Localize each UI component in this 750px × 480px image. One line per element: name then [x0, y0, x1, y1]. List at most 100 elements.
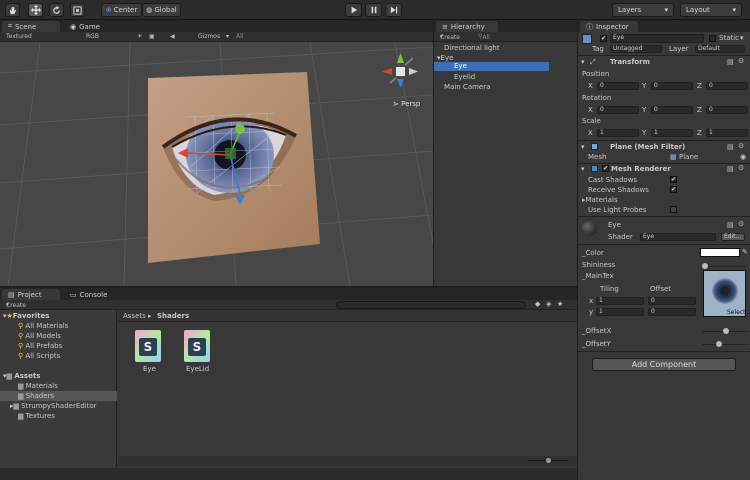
pivot-center-toggle[interactable]: ⊕ Center [101, 3, 142, 17]
offset-y-field[interactable]: 0 [648, 308, 696, 316]
tab-scene[interactable]: ⌗ Scene [2, 21, 60, 32]
asset-folder-materials[interactable]: ▆ Materials [18, 382, 58, 390]
breadcrumb-assets[interactable]: Assets [123, 312, 146, 320]
favorites-header[interactable]: ▾★Favorites [3, 312, 49, 320]
gear-icon[interactable]: ⚙ [738, 220, 744, 228]
audio-toggle-icon[interactable]: ◀ [170, 33, 175, 40]
tab-game[interactable]: ◉ Game [64, 21, 124, 32]
hand-icon[interactable] [5, 3, 20, 17]
mesh-object-field[interactable]: ▦ Plane ◉ [670, 153, 749, 161]
hierarchy-item-eye-selected[interactable]: Eye [434, 62, 549, 71]
play-button[interactable] [345, 3, 362, 17]
favorite-item-all-prefabs[interactable]: ⚲ All Prefabs [18, 342, 62, 350]
maintex-thumbnail[interactable]: Select [703, 270, 746, 317]
asset-file-eyelid[interactable]: S EyeLid [183, 330, 213, 373]
image-toggle-icon[interactable]: ▣ [149, 33, 155, 40]
tiling-y-field[interactable]: 1 [596, 308, 644, 316]
gear-icon[interactable]: ⚙ [738, 57, 744, 65]
mesh-renderer-enabled-checkbox[interactable]: ✔ [602, 165, 609, 172]
color-swatch[interactable] [700, 248, 740, 257]
shininess-slider-track[interactable] [702, 266, 748, 267]
project-search-input[interactable] [336, 301, 526, 309]
scene-search-input[interactable]: All [236, 33, 243, 40]
hierarchy-item-main-camera[interactable]: Main Camera [444, 83, 490, 91]
tab-inspector[interactable]: ⓘ Inspector [580, 21, 638, 32]
eyedropper-icon[interactable]: ✎ [742, 248, 748, 256]
scale-x-field[interactable]: 1 [597, 129, 639, 137]
render-mode-dropdown[interactable]: Textured [6, 33, 32, 40]
persp-label[interactable]: ⋗ Persp [393, 100, 420, 108]
favorite-item-all-scripts[interactable]: ⚲ All Scripts [18, 352, 60, 360]
layer-dropdown[interactable]: Default [695, 45, 745, 53]
project-create-dropdown[interactable]: Create ▾ [6, 301, 26, 309]
static-checkbox[interactable] [709, 35, 716, 42]
favorite-item-all-models[interactable]: ⚲ All Models [18, 332, 61, 340]
pause-button[interactable] [365, 3, 382, 17]
scale-y-field[interactable]: 1 [651, 129, 693, 137]
help-book-icon[interactable]: ▤ [727, 165, 734, 173]
asset-file-eye[interactable]: S Eye [134, 330, 164, 373]
mesh-filter-foldout-icon[interactable]: ▾ [581, 143, 585, 151]
shader-dropdown[interactable]: Eye [640, 233, 716, 241]
light-probes-checkbox[interactable] [670, 206, 677, 213]
position-y-field[interactable]: 0 [651, 82, 693, 90]
chevron-down-icon[interactable]: ▾ [740, 34, 744, 42]
add-component-button[interactable]: Add Component [592, 358, 736, 371]
rotation-x-field[interactable]: 0 [597, 106, 639, 114]
scene-viewport[interactable] [0, 43, 433, 286]
cast-shadows-checkbox[interactable]: ✔ [670, 176, 677, 183]
layers-dropdown[interactable]: Layers ▾ [612, 3, 674, 17]
asset-folder-strumpy[interactable]: ▸▆ StrumpyShaderEditor [10, 402, 97, 410]
hierarchy-search-input[interactable]: ⚲ All [478, 33, 490, 41]
mesh-renderer-foldout-icon[interactable]: ▾ [581, 165, 585, 173]
edit-shader-button[interactable]: Edit... [721, 233, 745, 241]
active-checkbox[interactable]: ✔ [600, 35, 607, 42]
offset-x-field[interactable]: 0 [648, 297, 696, 305]
breadcrumb-shaders[interactable]: Shaders [157, 312, 189, 320]
filter-type-icon[interactable]: ◆ [535, 300, 540, 308]
lighting-toggle-icon[interactable]: ☀ [137, 33, 142, 40]
offsety-slider-thumb[interactable] [716, 341, 722, 347]
tiling-x-field[interactable]: 1 [596, 297, 644, 305]
materials-foldout[interactable]: ▸Materials [582, 196, 618, 204]
favorite-star-icon[interactable]: ★ [557, 300, 563, 308]
object-name-field[interactable]: Eye [610, 34, 704, 43]
hierarchy-item-eyelid[interactable]: Eyelid [454, 73, 475, 81]
help-book-icon[interactable]: ▤ [727, 143, 734, 151]
select-texture-button[interactable]: Select [727, 309, 746, 316]
scale-z-field[interactable]: 1 [706, 129, 748, 137]
filter-label-icon[interactable]: ◈ [546, 300, 551, 308]
help-book-icon[interactable]: ▤ [727, 58, 734, 66]
icon-size-slider-thumb[interactable] [546, 458, 551, 463]
color-mode-dropdown[interactable]: RGB [86, 33, 99, 40]
tab-hierarchy[interactable]: ≡ Hierarchy [436, 21, 498, 32]
hierarchy-item-eye-parent[interactable]: ▾Eye [437, 54, 453, 62]
object-picker-icon[interactable]: ◉ [740, 153, 746, 161]
help-book-icon[interactable]: ▤ [727, 221, 734, 229]
offsety-slider-track[interactable] [702, 344, 748, 345]
asset-folder-textures[interactable]: ▆ Textures [18, 412, 55, 420]
receive-shadows-checkbox[interactable]: ✔ [670, 186, 677, 193]
asset-folder-shaders-selected[interactable]: ▆ Shaders [0, 391, 117, 401]
favorite-item-all-materials[interactable]: ⚲ All Materials [18, 322, 68, 330]
gear-icon[interactable]: ⚙ [738, 142, 744, 150]
transform-foldout-icon[interactable]: ▾ [581, 58, 585, 66]
scale-icon[interactable] [70, 3, 85, 17]
shininess-slider-thumb[interactable] [702, 263, 708, 269]
gizmos-dropdown[interactable]: Gizmos [198, 33, 220, 40]
offsetx-slider-thumb[interactable] [723, 328, 729, 334]
hierarchy-item-directional-light[interactable]: Directional light [444, 44, 500, 52]
hierarchy-create-dropdown[interactable]: Create ▾ [440, 33, 460, 41]
pivot-global-toggle[interactable]: ◍ Global [142, 3, 181, 17]
rotation-y-field[interactable]: 0 [651, 106, 693, 114]
assets-header[interactable]: ▾▆ Assets [3, 372, 40, 380]
gear-icon[interactable]: ⚙ [738, 164, 744, 172]
move-icon[interactable] [28, 3, 43, 17]
tab-project[interactable]: ▤ Project [2, 289, 60, 300]
tag-dropdown[interactable]: Untagged [610, 45, 662, 53]
rotation-z-field[interactable]: 0 [706, 106, 748, 114]
tab-console[interactable]: ▭ Console [64, 289, 126, 300]
position-x-field[interactable]: 0 [597, 82, 639, 90]
rotate-icon[interactable] [49, 3, 64, 17]
layout-dropdown[interactable]: Layout ▾ [680, 3, 742, 17]
